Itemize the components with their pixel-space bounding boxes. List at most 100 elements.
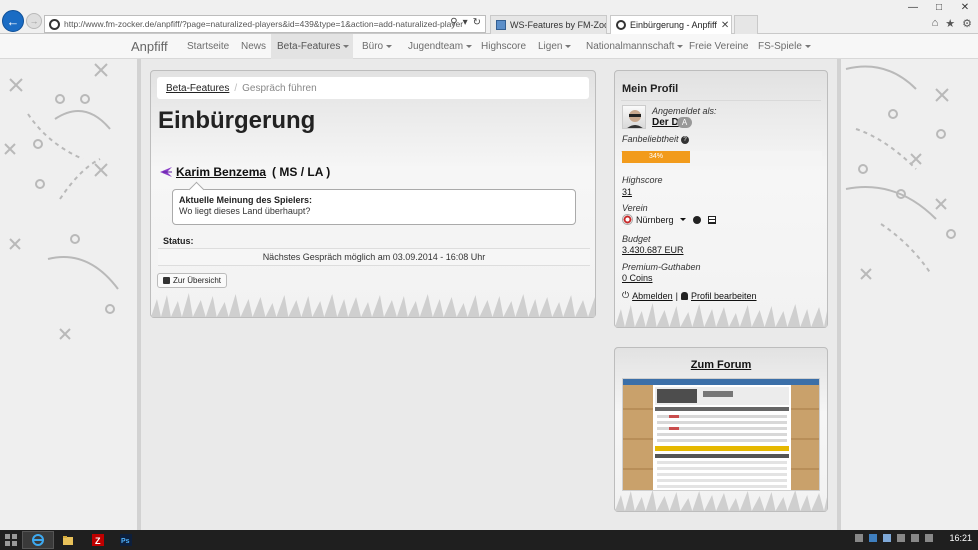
nav-startseite[interactable]: Startseite (181, 34, 235, 59)
phone-icon (163, 277, 170, 284)
caret-down-icon[interactable] (679, 218, 686, 221)
status-label: Status: (163, 236, 194, 246)
ws-tab-icon (496, 20, 506, 30)
grass-decoration (615, 490, 827, 511)
highscore-value[interactable]: 31 (622, 187, 632, 197)
tray-app-icon[interactable] (883, 534, 892, 542)
zum-forum-link[interactable]: Zum Forum (615, 359, 827, 371)
settings-gear-icon[interactable]: ⚙ (962, 17, 972, 30)
fan-label: Fanbeliebtheit (622, 134, 679, 144)
tray-flag-icon[interactable] (897, 534, 906, 542)
nav-ligen[interactable]: Ligen (532, 34, 577, 59)
clock[interactable]: 16:21 (949, 533, 972, 543)
verein-row: Nürnberg (622, 214, 716, 225)
tab-einbuergerung[interactable]: Einbürgerung - Anpfiff ✕ (610, 15, 732, 34)
nav-nationalmannschaft[interactable]: Nationalmannschaft (580, 34, 689, 59)
photoshop-icon: Ps (120, 534, 132, 546)
nav-label: Ligen (538, 41, 563, 52)
page-title: Einbürgerung (158, 107, 316, 134)
info-icon[interactable] (692, 215, 701, 224)
close-tab-icon[interactable]: ✕ (717, 20, 729, 31)
breadcrumb-link-beta-features[interactable]: Beta-Features (166, 83, 229, 94)
forward-button[interactable]: → (26, 13, 42, 29)
fan-label-row: Fanbeliebtheit ? (622, 134, 690, 144)
logged-as-label: Angemeldet als: (652, 106, 717, 116)
avatar[interactable] (622, 105, 646, 129)
internet-explorer-icon (32, 534, 44, 546)
svg-text:Ps: Ps (121, 538, 130, 545)
system-tray: 16:21 (855, 533, 972, 543)
favorites-star-icon[interactable]: ★ (945, 17, 955, 30)
refresh-icon[interactable]: ↻ (473, 17, 481, 28)
nav-news[interactable]: News (235, 34, 272, 59)
tab-title: WS-Features by FM-Zocker.de (510, 20, 607, 30)
site-navbar: Anpfiff Startseite News Beta-Features Bü… (0, 34, 978, 59)
windows-start-icon[interactable] (3, 532, 19, 548)
tab-ws-features[interactable]: WS-Features by FM-Zocker.de (490, 15, 607, 34)
grass-decoration (615, 303, 827, 327)
nav-label: Büro (362, 41, 384, 52)
nav-label: Beta-Features (277, 41, 341, 52)
tray-app-icon[interactable] (869, 534, 878, 542)
fan-progress-track: 34% (622, 151, 822, 163)
tray-signal-icon[interactable] (911, 534, 920, 542)
calendar-icon[interactable] (707, 215, 716, 224)
breadcrumb: Beta-Features / Gespräch führen (157, 77, 589, 99)
budget-value[interactable]: 3.430.687 EUR (622, 245, 684, 255)
fan-progress-bar: 34% (622, 151, 690, 163)
tray-volume-icon[interactable] (925, 534, 934, 542)
fm-tab-icon (616, 20, 626, 30)
divider (621, 100, 821, 101)
grass-decoration (151, 293, 595, 317)
search-icon[interactable]: ⚲ (450, 17, 457, 28)
opinion-heading: Aktuelle Meinung des Spielers: (179, 195, 313, 205)
nav-freie-vereine[interactable]: Freie Vereine (683, 34, 754, 59)
verein-value[interactable]: Nürnberg (636, 215, 674, 225)
tab-title: Einbürgerung - Anpfiff (630, 20, 717, 30)
url-text[interactable]: http://www.fm-zocker.de/anpfiff/?page=na… (64, 19, 464, 29)
home-icon[interactable]: ⌂ (932, 17, 939, 30)
nav-beta-features[interactable]: Beta-Features (271, 34, 353, 59)
zur-uebersicht-button[interactable]: Zur Übersicht (157, 273, 228, 288)
new-tab-button[interactable] (734, 15, 758, 34)
forum-screenshot-image[interactable] (622, 378, 820, 491)
premium-value[interactable]: 0 Coins (622, 273, 653, 283)
nav-label: FS-Spiele (758, 41, 802, 52)
minimize-button[interactable]: — (900, 0, 926, 14)
breadcrumb-separator: / (234, 83, 238, 94)
nav-jugendteam[interactable]: Jugendteam (402, 34, 478, 59)
einbuergerung-panel: Beta-Features / Gespräch führen Einbürgeru… (150, 70, 596, 318)
nav-label: Jugendteam (408, 41, 464, 52)
help-icon[interactable]: ? (681, 135, 690, 144)
premium-label: Premium-Guthaben (622, 262, 701, 272)
browser-chrome: ← → http://www.fm-zocker.de/anpfiff/?pag… (0, 0, 978, 34)
forum-panel: Zum Forum (614, 347, 828, 512)
nav-label: Nationalmannschaft (586, 41, 675, 52)
dropdown-icon[interactable]: ▾ (463, 17, 468, 28)
nav-fs-spiele[interactable]: FS-Spiele (752, 34, 817, 59)
close-window-button[interactable]: ✕ (952, 0, 978, 14)
folder-icon (63, 536, 73, 545)
status-text: Nächstes Gespräch möglich am 03.09.2014 … (158, 248, 590, 266)
player-row: Karim Benzema ( MS / LA ) (159, 165, 330, 179)
nav-buero[interactable]: Büro (356, 34, 398, 59)
player-opinion-bubble: Aktuelle Meinung des Spielers: Wo liegt … (172, 189, 576, 225)
tray-network-icon[interactable] (855, 534, 864, 542)
site-favicon-icon (49, 18, 60, 30)
caret-down-icon (466, 44, 473, 48)
back-button[interactable]: ← (2, 10, 24, 32)
taskbar-photoshop[interactable]: Ps (110, 531, 142, 549)
taskbar-ie[interactable] (22, 531, 54, 549)
address-bar[interactable]: http://www.fm-zocker.de/anpfiff/?page=na… (44, 15, 486, 33)
user-badge: A (677, 117, 692, 128)
filezilla-icon: Z (92, 534, 104, 546)
nav-highscore[interactable]: Highscore (475, 34, 532, 59)
taskbar-explorer[interactable] (52, 531, 84, 549)
opinion-text: Wo liegt dieses Land überhaupt? (179, 206, 311, 216)
button-label: Zur Übersicht (173, 276, 222, 285)
user-name-link[interactable]: Der D (652, 117, 679, 128)
profile-title: Mein Profil (622, 83, 679, 95)
brand-logo[interactable]: Anpfiff (131, 39, 168, 54)
player-name-link[interactable]: Karim Benzema (176, 165, 266, 179)
maximize-button[interactable]: □ (926, 0, 952, 14)
